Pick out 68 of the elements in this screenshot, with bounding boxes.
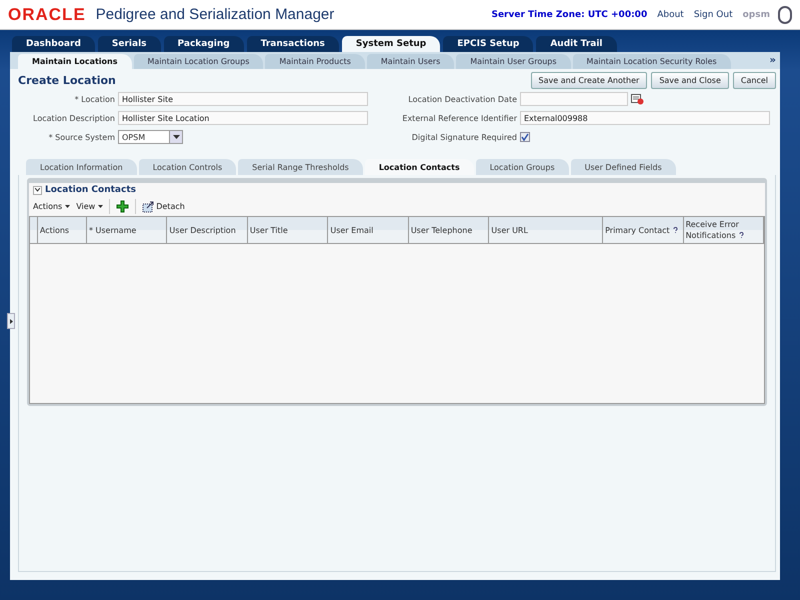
sub-tab[interactable]: Maintain Products <box>265 54 365 69</box>
checkbox[interactable] <box>520 132 530 142</box>
sub-tab[interactable]: Maintain Users <box>366 54 454 69</box>
oracle-logo: ORACLE <box>8 4 86 24</box>
main-tab[interactable]: Packaging <box>164 36 244 52</box>
main-tab[interactable]: Audit Trail <box>536 36 616 52</box>
sub-tab[interactable]: Maintain Location Security Roles <box>572 54 731 69</box>
server-time-zone: Server Time Zone: UTC +00:00 <box>491 10 648 20</box>
toolbar-menu[interactable]: Actions <box>33 202 70 211</box>
text-field[interactable]: External009988 <box>520 111 770 125</box>
section-title: Location Contacts <box>45 185 136 195</box>
help-icon[interactable] <box>672 226 678 232</box>
main-tab[interactable]: System Setup <box>342 36 440 52</box>
column-header[interactable]: User Telephone <box>408 217 490 243</box>
date-field[interactable] <box>520 92 628 106</box>
detail-tab[interactable]: Location Controls <box>138 159 236 175</box>
column-header[interactable]: * Username <box>86 217 168 243</box>
user-name: opsm <box>742 10 770 20</box>
text-field[interactable]: Hollister Site <box>118 92 368 106</box>
chevron-icon <box>35 188 40 192</box>
caret-icon <box>98 205 104 208</box>
detail-tab[interactable]: Serial Range Thresholds <box>238 159 363 175</box>
more-tabs-button[interactable]: » <box>770 55 776 66</box>
detail-tab[interactable]: Location Information <box>26 159 137 175</box>
detach-button[interactable]: Detach <box>142 200 185 212</box>
help-icon[interactable] <box>738 232 744 238</box>
detail-tab[interactable]: User Defined Fields <box>570 159 676 175</box>
column-header[interactable]: Actions <box>38 217 87 243</box>
toolbar-menu[interactable]: View <box>76 202 104 211</box>
detach-icon <box>142 200 154 212</box>
main-tab[interactable]: EPCIS Setup <box>443 36 534 52</box>
dropdown-caret-icon <box>172 135 180 139</box>
expand-arrow-icon <box>10 318 12 324</box>
column-header[interactable]: User Title <box>248 217 328 243</box>
column-header[interactable]: User URL <box>489 217 604 243</box>
sub-tab[interactable]: Maintain Location Groups <box>134 54 264 69</box>
field-label: * Location <box>74 94 116 104</box>
field-label: Digital Signature Required <box>410 132 518 142</box>
column-header[interactable]: User Email <box>328 217 409 243</box>
main-tab[interactable]: Serials <box>98 36 161 52</box>
add-icon[interactable] <box>116 200 130 213</box>
action-button[interactable]: Save and Create Another <box>530 72 648 89</box>
field-label: Location Deactivation Date <box>407 94 518 104</box>
sub-tab[interactable]: Maintain Locations <box>18 54 132 69</box>
calendar-icon[interactable] <box>631 93 644 105</box>
sub-tab[interactable]: Maintain User Groups <box>456 54 571 69</box>
main-tab[interactable]: Transactions <box>246 36 339 52</box>
action-button[interactable]: Save and Close <box>651 72 729 89</box>
expand-panel-button[interactable] <box>7 313 15 329</box>
collapse-toggle[interactable] <box>33 186 42 194</box>
field-label: Location Description <box>32 114 116 122</box>
column-header[interactable]: Receive Error Notifications <box>684 217 764 243</box>
caret-icon <box>65 205 70 208</box>
column-header[interactable]: User Description <box>167 217 248 243</box>
page-title: Create Location <box>18 74 117 87</box>
detail-tab[interactable]: Location Groups <box>476 159 569 175</box>
app-title: Pedigree and Serialization Manager <box>96 6 336 23</box>
field-label: External Reference Identifier <box>401 114 518 122</box>
text-field[interactable]: Hollister Site Location <box>118 111 368 125</box>
header-link[interactable]: Sign Out <box>694 10 733 20</box>
source-system-select[interactable]: OPSM <box>118 130 183 144</box>
header-link[interactable]: About <box>657 10 684 20</box>
status-indicator-icon <box>778 6 792 24</box>
action-button[interactable]: Cancel <box>732 72 776 89</box>
detail-tab[interactable]: Location Contacts <box>364 159 474 175</box>
main-tab[interactable]: Dashboard <box>12 36 95 52</box>
column-header[interactable]: Primary Contact <box>603 217 684 243</box>
field-label: * Source System <box>48 132 116 142</box>
